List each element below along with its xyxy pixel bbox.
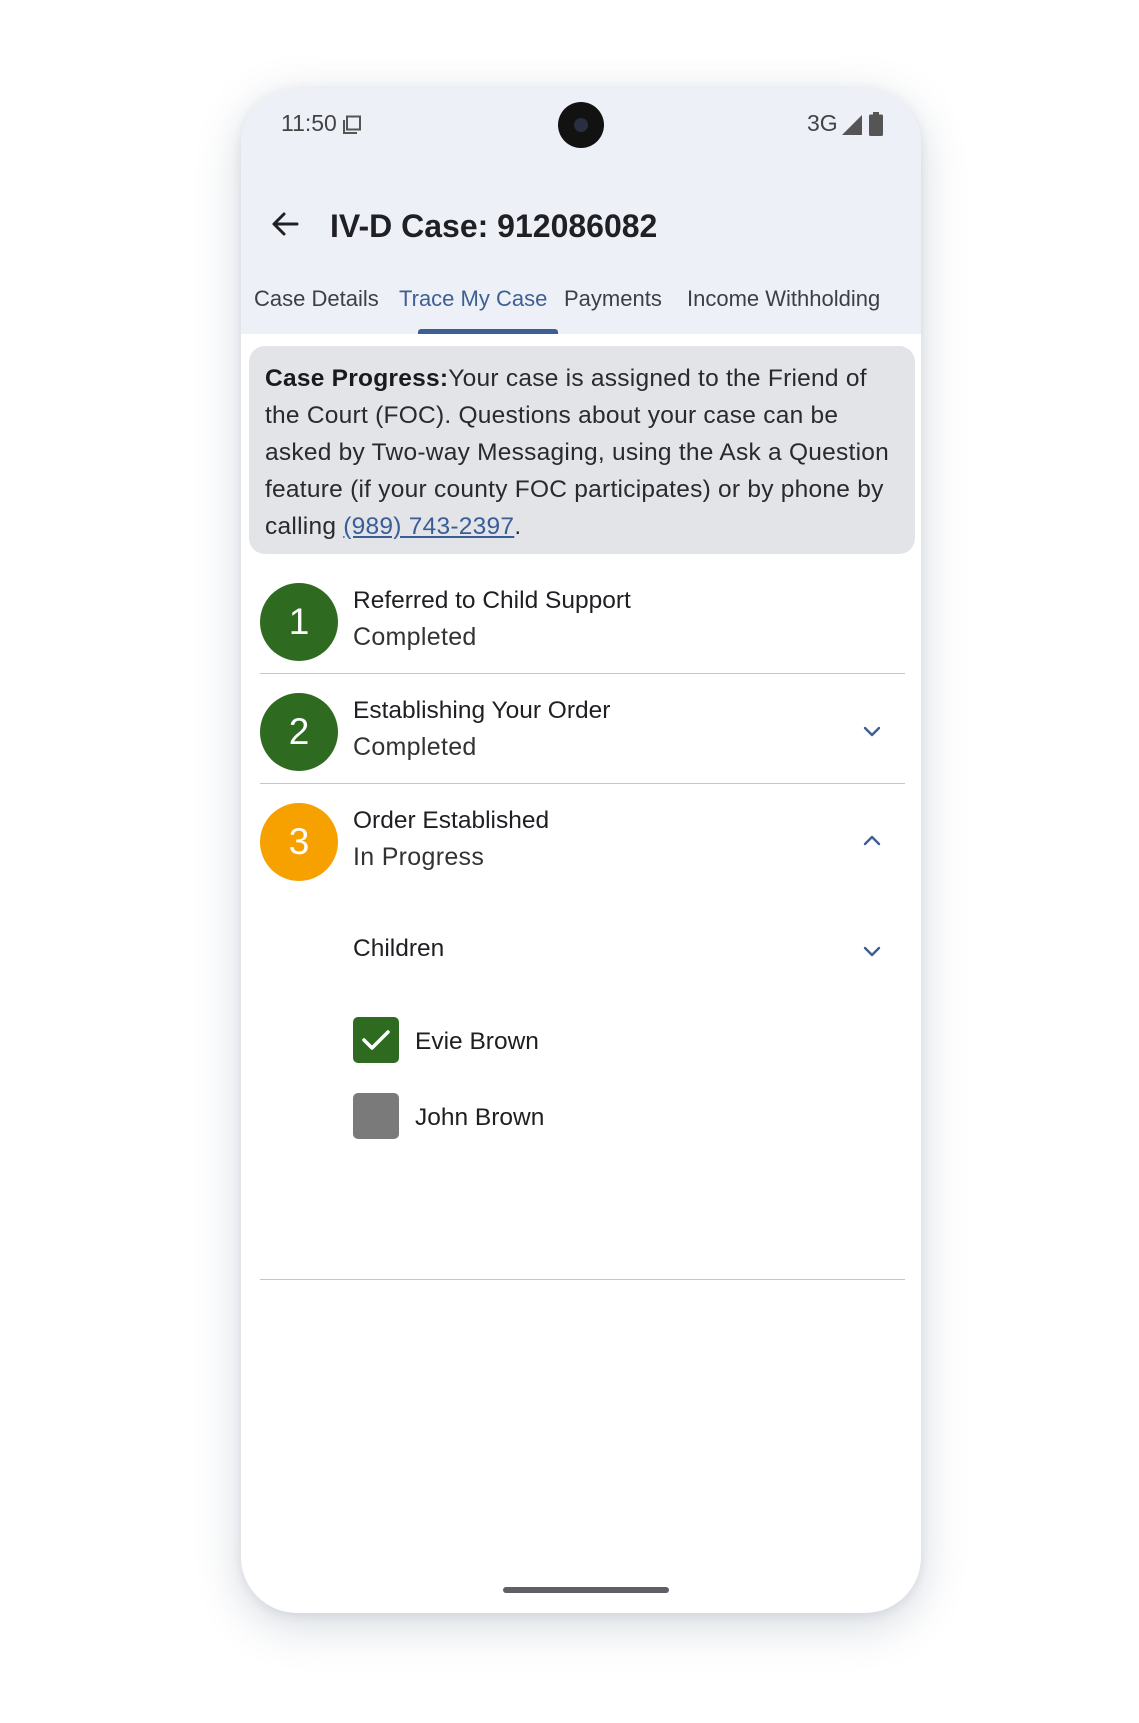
app-bar: IV-D Case: 912086082 (241, 188, 921, 268)
children-toggle[interactable]: Children (353, 921, 903, 981)
expand-button[interactable] (850, 709, 894, 753)
children-chevron (850, 929, 894, 973)
step-referred: 1 Referred to Child Support Completed (260, 563, 905, 674)
step-number-badge: 1 (260, 583, 338, 661)
camera-cutout (558, 102, 604, 148)
step-status: In Progress (353, 843, 485, 871)
collapse-button[interactable] (850, 819, 894, 863)
status-bar: 11:50 3G (241, 88, 921, 158)
step-status: Completed (353, 623, 477, 651)
step-number-badge: 3 (260, 803, 338, 881)
back-button[interactable] (259, 198, 311, 250)
notice-heading: Case Progress: (265, 365, 449, 392)
notice-suffix: . (514, 513, 522, 540)
step-title: Establishing Your Order (353, 697, 611, 724)
signal-icon (841, 114, 863, 136)
active-tab-indicator (418, 329, 558, 334)
check-icon (353, 1030, 399, 1067)
top-app-area: 11:50 3G IV-D Case: 912086082 Case Detai… (241, 88, 921, 334)
unchecked-checkbox[interactable] (353, 1093, 399, 1139)
children-label: Children (353, 935, 445, 962)
child-name: John Brown (415, 1104, 545, 1131)
network-type: 3G (807, 110, 838, 136)
battery-icon (869, 112, 883, 136)
tab-income-withholding[interactable]: Income Withholding (687, 286, 880, 312)
home-indicator[interactable] (503, 1587, 669, 1593)
tab-payments[interactable]: Payments (564, 286, 662, 312)
checked-checkbox[interactable] (353, 1017, 399, 1063)
step-title: Order Established (353, 807, 550, 834)
step-number-badge: 2 (260, 693, 338, 771)
screen-icon (342, 115, 362, 135)
child-item[interactable]: John Brown (353, 1093, 803, 1141)
step-status: Completed (353, 733, 477, 761)
case-progress-notice: Case Progress:Your case is assigned to t… (249, 346, 915, 554)
page-title: IV-D Case: 912086082 (330, 208, 658, 244)
tab-trace-my-case[interactable]: Trace My Case (399, 286, 547, 312)
child-name: Evie Brown (415, 1028, 539, 1055)
phone-frame: 11:50 3G IV-D Case: 912086082 Case Detai… (241, 88, 921, 1613)
step-order-established[interactable]: 3 Order Established In Progress Children… (260, 783, 905, 1280)
child-item[interactable]: Evie Brown (353, 1017, 803, 1065)
tab-case-details[interactable]: Case Details (254, 286, 379, 312)
tab-bar: Case Details Trace My Case Payments Inco… (241, 268, 921, 334)
step-title: Referred to Child Support (353, 587, 631, 614)
status-time: 11:50 (281, 110, 337, 136)
phone-link[interactable]: (989) 743-2397 (343, 513, 514, 540)
step-establishing-order[interactable]: 2 Establishing Your Order Completed (260, 673, 905, 784)
